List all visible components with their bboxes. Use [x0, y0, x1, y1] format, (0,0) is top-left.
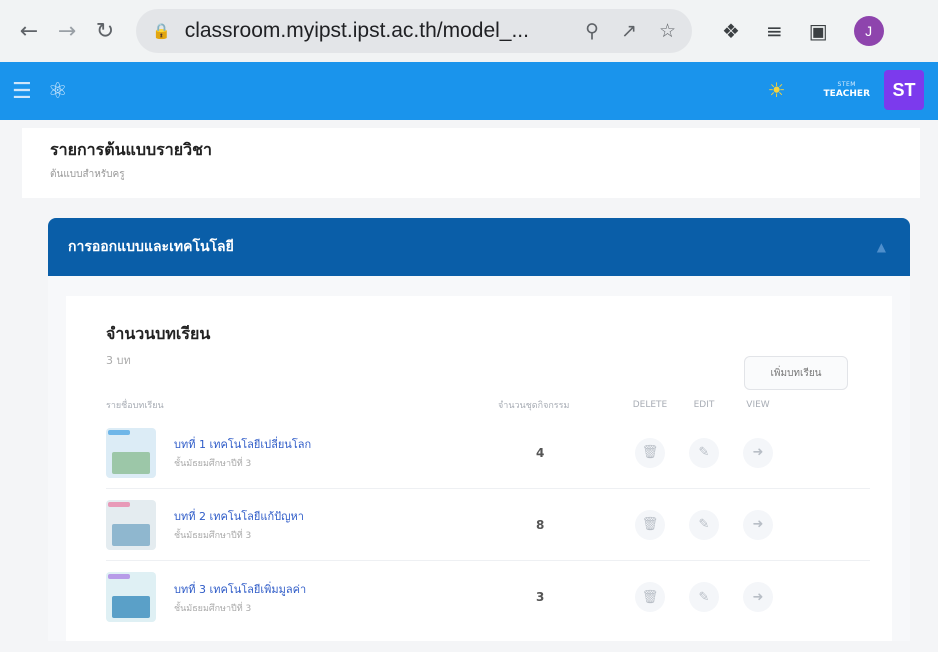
arrow-right-circle-icon[interactable]: ➜ [743, 509, 773, 540]
delete-action: 🗑 [618, 509, 682, 540]
pencil-icon[interactable]: ✎ [689, 582, 719, 612]
lessons-card: จำนวนบทเรียน 3 บท เพิ่มบทเรียน รายชื่อบท… [66, 296, 892, 641]
lesson-cell: บทที่ 3 เทคโนโลยีเพิ่มมูลค่า ชั้นมัธยมศึ… [106, 572, 498, 622]
lesson-thumbnail [106, 427, 156, 478]
star-icon[interactable]: ☆ [659, 20, 676, 42]
column-header-activities: จำนวนชุดกิจกรรม [498, 401, 570, 411]
lessons-title: จำนวนบทเรียน [106, 324, 211, 343]
activity-count: 8 [536, 517, 545, 532]
arrow-right-circle-icon[interactable]: ➜ [743, 437, 773, 468]
address-bar[interactable]: 🔒 classroom.myipst.ipst.ac.th/model_... … [136, 9, 692, 53]
edit-action: ✎ [682, 437, 726, 468]
forward-arrow-icon[interactable]: → [52, 16, 82, 46]
trash-icon[interactable]: 🗑 [635, 582, 665, 612]
section-body: จำนวนบทเรียน 3 บท เพิ่มบทเรียน รายชื่อบท… [48, 276, 910, 641]
page-title: รายการต้นแบบรายวิชา [50, 140, 212, 159]
share-icon[interactable]: ↗ [621, 20, 637, 42]
activity-count: 3 [536, 590, 545, 604]
role-label: STEM TEACHER [823, 80, 870, 99]
edit-action: ✎ [682, 582, 726, 612]
url-text[interactable]: classroom.myipst.ipst.ac.th/model_... [185, 19, 563, 43]
side-panel-icon[interactable]: ▣ [809, 19, 828, 43]
lesson-thumbnail [106, 572, 156, 622]
course-section: การออกแบบและเทคโนโลยี ▲ จำนวนบทเรียน 3 บ… [48, 218, 910, 641]
column-header-view: VIEW [746, 400, 770, 410]
edit-action: ✎ [682, 509, 726, 540]
theme-toggle-icon[interactable]: ☀ [768, 78, 786, 102]
profile-avatar[interactable]: J [853, 16, 884, 46]
reload-icon[interactable]: ↻ [90, 16, 120, 46]
pencil-icon[interactable]: ✎ [689, 437, 719, 468]
lock-icon[interactable]: 🔒 [152, 22, 171, 40]
section-title: การออกแบบและเทคโนโลยี [68, 239, 234, 255]
atom-logo-icon[interactable]: ⚛ [48, 79, 68, 104]
back-arrow-icon[interactable]: ← [14, 16, 44, 46]
lesson-name[interactable]: บทที่ 1 เทคโนโลยีเปลี่ยนโลก [174, 435, 311, 453]
lesson-cell: บทที่ 1 เทคโนโลยีเปลี่ยนโลก ชั้นมัธยมศึก… [106, 427, 498, 478]
lesson-grade: ชั้นมัธยมศึกษาปีที่ 3 [174, 603, 252, 614]
table-row: บทที่ 1 เทคโนโลยีเปลี่ยนโลก ชั้นมัธยมศึก… [106, 417, 870, 489]
column-header-delete: DELETE [632, 400, 668, 410]
table-row: บทที่ 3 เทคโนโลยีเพิ่มมูลค่า ชั้นมัธยมศึ… [106, 561, 870, 633]
lesson-name[interactable]: บทที่ 3 เทคโนโลยีเพิ่มมูลค่า [174, 580, 306, 598]
view-action: ➜ [726, 582, 790, 612]
lesson-name[interactable]: บทที่ 2 เทคโนโลยีแก้ปัญหา [174, 507, 304, 525]
activity-count: 4 [536, 445, 545, 460]
reading-list-icon[interactable]: ≡ [766, 19, 783, 43]
lesson-cell: บทที่ 2 เทคโนโลยีแก้ปัญหา ชั้นมัธยมศึกษา… [106, 499, 498, 550]
extensions-icon[interactable]: ❖ [722, 19, 740, 43]
page-subtitle: ต้นแบบสำหรับครู [50, 169, 125, 180]
zoom-icon[interactable]: ⚲ [585, 20, 599, 42]
view-action: ➜ [726, 437, 790, 468]
column-header-edit: EDIT [693, 400, 715, 410]
user-avatar[interactable]: ST [884, 70, 924, 110]
hamburger-menu-icon[interactable]: ☰ [12, 79, 32, 104]
table-header: รายชื่อบทเรียน จำนวนชุดกิจกรรม DELETE ED… [106, 393, 870, 417]
column-header-name: รายชื่อบทเรียน [106, 401, 164, 411]
view-action: ➜ [726, 509, 790, 540]
pencil-icon[interactable]: ✎ [689, 509, 719, 540]
app-bar: ☰ ⚛ ☀ STEM TEACHER ST [0, 62, 938, 120]
chevron-up-icon[interactable]: ▲ [877, 240, 886, 254]
table-row: บทที่ 2 เทคโนโลยีแก้ปัญหา ชั้นมัธยมศึกษา… [106, 489, 870, 561]
browser-toolbar: ← → ↻ 🔒 classroom.myipst.ipst.ac.th/mode… [0, 0, 938, 62]
add-lesson-button[interactable]: เพิ่มบทเรียน [744, 356, 848, 390]
delete-action: 🗑 [618, 437, 682, 468]
trash-icon[interactable]: 🗑 [635, 509, 665, 540]
lesson-grade: ชั้นมัธยมศึกษาปีที่ 3 [174, 459, 252, 469]
trash-icon[interactable]: 🗑 [635, 437, 665, 468]
page-header: รายการต้นแบบรายวิชา ต้นแบบสำหรับครู [22, 128, 920, 198]
lesson-thumbnail [106, 499, 156, 550]
section-header[interactable]: การออกแบบและเทคโนโลยี ▲ [48, 218, 910, 276]
role-small-label: STEM [837, 80, 856, 88]
delete-action: 🗑 [618, 582, 682, 612]
arrow-right-circle-icon[interactable]: ➜ [743, 582, 773, 612]
role-main-label: TEACHER [823, 88, 870, 99]
lesson-grade: ชั้นมัธยมศึกษาปีที่ 3 [174, 531, 252, 541]
